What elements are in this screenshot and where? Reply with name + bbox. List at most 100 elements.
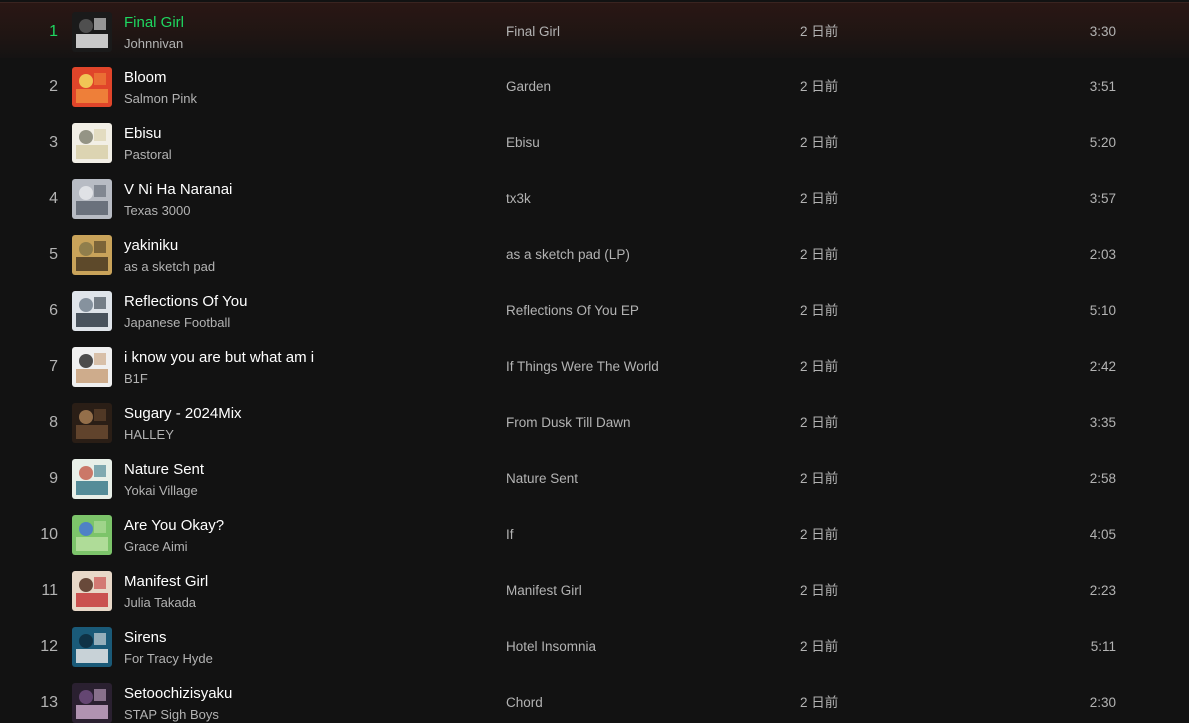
track-list: 1 Final Girl Johnnivan Final Girl 2 日前 3:30 2 B… bbox=[0, 0, 1189, 723]
track-title-link[interactable]: Setoochizisyaku bbox=[124, 685, 232, 702]
track-duration: 2:58 bbox=[1089, 471, 1116, 486]
artist-link[interactable]: Johnnivan bbox=[124, 36, 183, 51]
album-link[interactable]: Hotel Insomnia bbox=[506, 618, 596, 674]
artist-link[interactable]: For Tracy Hyde bbox=[124, 651, 213, 666]
album-link[interactable]: If bbox=[506, 506, 514, 562]
album-cover[interactable] bbox=[72, 459, 112, 499]
track-row[interactable]: 6 Reflections Of You Japanese Football Refl… bbox=[0, 282, 1189, 338]
album-cover[interactable] bbox=[72, 179, 112, 219]
track-number: 13 bbox=[40, 694, 58, 711]
album-link[interactable]: Manifest Girl bbox=[506, 562, 582, 618]
album-link[interactable]: If Things Were The World bbox=[506, 338, 659, 394]
artist-link[interactable]: STAP Sigh Boys bbox=[124, 707, 219, 722]
track-row[interactable]: 4 V Ni Ha Naranai Texas 3000 tx3k 2 日前 3:57 bbox=[0, 170, 1189, 226]
track-number: 10 bbox=[40, 526, 58, 543]
track-row[interactable]: 2 Bloom Salmon Pink Garden 2 日前 3:51 bbox=[0, 58, 1189, 114]
album-cover-art bbox=[72, 235, 112, 275]
album-cover[interactable] bbox=[72, 683, 112, 723]
album-link[interactable]: Garden bbox=[506, 58, 551, 114]
album-cover[interactable] bbox=[72, 12, 112, 52]
track-title-link[interactable]: V Ni Ha Naranai bbox=[124, 181, 232, 198]
artist-link[interactable]: Japanese Football bbox=[124, 315, 230, 330]
track-title-link[interactable]: Ebisu bbox=[124, 125, 162, 142]
track-title-link[interactable]: Nature Sent bbox=[124, 461, 204, 478]
track-row[interactable]: 9 Nature Sent Yokai Village Nature Sent 2 日前… bbox=[0, 450, 1189, 506]
track-number: 12 bbox=[40, 638, 58, 655]
album-cover[interactable] bbox=[72, 403, 112, 443]
date-added: 2 日前 bbox=[800, 695, 839, 710]
album-cover-art bbox=[72, 403, 112, 443]
track-row[interactable]: 7 i know you are but what am i B1F If Thing… bbox=[0, 338, 1189, 394]
track-row[interactable]: 10 Are You Okay? Grace Aimi If 2 日前 4:05 bbox=[0, 506, 1189, 562]
track-title-link[interactable]: Manifest Girl bbox=[124, 573, 208, 590]
track-title-link[interactable]: Sugary - 2024Mix bbox=[124, 405, 242, 422]
album-link[interactable]: Chord bbox=[506, 674, 543, 723]
date-added: 2 日前 bbox=[800, 303, 839, 318]
track-title-link[interactable]: Final Girl bbox=[124, 14, 184, 31]
album-cover[interactable] bbox=[72, 571, 112, 611]
album-cover-art bbox=[72, 12, 112, 52]
artist-link[interactable]: HALLEY bbox=[124, 427, 174, 442]
track-number: 9 bbox=[49, 470, 58, 487]
date-added: 2 日前 bbox=[800, 191, 839, 206]
album-cover[interactable] bbox=[72, 123, 112, 163]
album-link[interactable]: Ebisu bbox=[506, 114, 540, 170]
track-duration: 3:30 bbox=[1089, 24, 1116, 39]
album-cover-art bbox=[72, 123, 112, 163]
track-title-link[interactable]: Sirens bbox=[124, 629, 167, 646]
track-title-link[interactable]: yakiniku bbox=[124, 237, 178, 254]
track-row[interactable]: 11 Manifest Girl Julia Takada Manifest Girl… bbox=[0, 562, 1189, 618]
track-duration: 5:11 bbox=[1090, 639, 1116, 654]
date-added: 2 日前 bbox=[800, 135, 839, 150]
track-duration: 2:30 bbox=[1089, 695, 1116, 710]
track-row[interactable]: 13 Setoochizisyaku STAP Sigh Boys Chord 2 日前… bbox=[0, 674, 1189, 723]
track-row[interactable]: 12 Sirens For Tracy Hyde Hotel Insomnia 2 日前… bbox=[0, 618, 1189, 674]
track-duration: 3:51 bbox=[1089, 79, 1116, 94]
track-duration: 2:03 bbox=[1089, 247, 1116, 262]
date-added: 2 日前 bbox=[800, 471, 839, 486]
track-row[interactable]: 8 Sugary - 2024Mix HALLEY From Dusk Till Da… bbox=[0, 394, 1189, 450]
date-added: 2 日前 bbox=[800, 79, 839, 94]
track-number: 6 bbox=[49, 302, 58, 319]
album-cover[interactable] bbox=[72, 347, 112, 387]
album-link[interactable]: Nature Sent bbox=[506, 450, 578, 506]
album-cover-art bbox=[72, 627, 112, 667]
track-duration: 5:10 bbox=[1089, 303, 1116, 318]
track-title-link[interactable]: Bloom bbox=[124, 69, 167, 86]
album-cover[interactable] bbox=[72, 291, 112, 331]
track-duration: 2:23 bbox=[1089, 583, 1116, 598]
track-number: 4 bbox=[49, 190, 58, 207]
album-cover-art bbox=[72, 67, 112, 107]
artist-link[interactable]: Julia Takada bbox=[124, 595, 196, 610]
artist-link[interactable]: Texas 3000 bbox=[124, 203, 191, 218]
track-title-link[interactable]: Are You Okay? bbox=[124, 517, 224, 534]
album-link[interactable]: Final Girl bbox=[506, 3, 560, 59]
album-link[interactable]: as a sketch pad (LP) bbox=[506, 226, 630, 282]
date-added: 2 日前 bbox=[800, 247, 839, 262]
track-number: 1 bbox=[49, 23, 58, 40]
track-row[interactable]: 3 Ebisu Pastoral Ebisu 2 日前 5:20 bbox=[0, 114, 1189, 170]
track-title-link[interactable]: i know you are but what am i bbox=[124, 349, 314, 366]
album-cover[interactable] bbox=[72, 627, 112, 667]
track-number: 5 bbox=[49, 246, 58, 263]
album-link[interactable]: Reflections Of You EP bbox=[506, 282, 639, 338]
artist-link[interactable]: B1F bbox=[124, 371, 148, 386]
album-cover[interactable] bbox=[72, 67, 112, 107]
album-cover[interactable] bbox=[72, 235, 112, 275]
artist-link[interactable]: Pastoral bbox=[124, 147, 172, 162]
track-title-link[interactable]: Reflections Of You bbox=[124, 293, 247, 310]
track-row[interactable]: 1 Final Girl Johnnivan Final Girl 2 日前 3:30 bbox=[0, 2, 1189, 58]
artist-link[interactable]: as a sketch pad bbox=[124, 259, 215, 274]
album-link[interactable]: tx3k bbox=[506, 170, 531, 226]
track-number: 11 bbox=[41, 582, 58, 599]
track-row[interactable]: 5 yakiniku as a sketch pad as a sketch pad … bbox=[0, 226, 1189, 282]
track-duration: 3:57 bbox=[1089, 191, 1116, 206]
artist-link[interactable]: Yokai Village bbox=[124, 483, 198, 498]
date-added: 2 日前 bbox=[800, 583, 839, 598]
date-added: 2 日前 bbox=[800, 24, 839, 39]
date-added: 2 日前 bbox=[800, 639, 839, 654]
artist-link[interactable]: Grace Aimi bbox=[124, 539, 188, 554]
album-link[interactable]: From Dusk Till Dawn bbox=[506, 394, 631, 450]
album-cover[interactable] bbox=[72, 515, 112, 555]
artist-link[interactable]: Salmon Pink bbox=[124, 91, 197, 106]
